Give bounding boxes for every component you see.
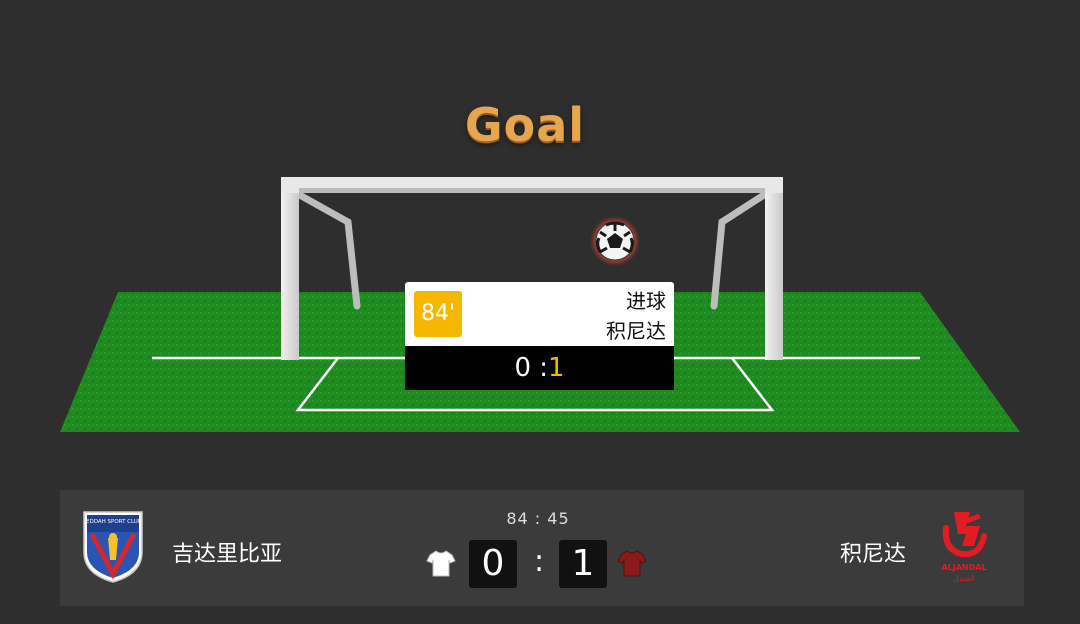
- aljandal-logo-text: ALJANDAL: [941, 563, 986, 572]
- event-score-away: 1: [548, 353, 565, 383]
- football-icon: [590, 216, 640, 266]
- goal-post-left: [281, 178, 299, 360]
- away-score: 1: [559, 540, 607, 588]
- event-score-home: 0: [514, 353, 531, 383]
- goal-back-right: [710, 189, 771, 310]
- goal-back-left: [292, 189, 361, 310]
- jeddah-logo-text: JEDDAH SPORT CLUB: [83, 519, 141, 525]
- home-team-name: 吉达里比亚: [172, 542, 283, 567]
- jeddah-club-logo: JEDDAH SPORT CLUB: [83, 511, 143, 583]
- score-separator: :: [533, 544, 545, 579]
- goal-animation-stage: Goal 84' 进球 积尼达 0 :1: [0, 0, 1080, 480]
- aljandal-club-logo: ALJANDAL الجندل: [941, 512, 987, 583]
- goal-title: Goal: [464, 98, 586, 152]
- pitch-graphic: [60, 177, 1020, 432]
- aljandal-logo-text-ar: الجندل: [953, 574, 975, 583]
- event-minute-badge: 84': [414, 291, 462, 337]
- goal-event-card: 84' 进球 积尼达 0 :1: [405, 282, 674, 390]
- event-card-header: 84' 进球 积尼达: [405, 282, 674, 346]
- match-clock: 84 : 45: [506, 509, 570, 528]
- home-score: 0: [469, 540, 517, 588]
- home-shirt-icon: [426, 550, 456, 577]
- goal-post-right: [765, 178, 783, 360]
- away-shirt-icon: [617, 550, 647, 577]
- event-score: 0 :1: [405, 346, 674, 390]
- event-score-separator: :: [530, 353, 549, 383]
- away-team-name: 积尼达: [839, 542, 906, 567]
- event-type-label: 进球: [626, 289, 666, 313]
- event-team-label: 积尼达: [606, 319, 666, 343]
- match-scorebar: JEDDAH SPORT CLUB 吉达里比亚 84 : 45 0 : 1 积尼…: [60, 490, 1024, 606]
